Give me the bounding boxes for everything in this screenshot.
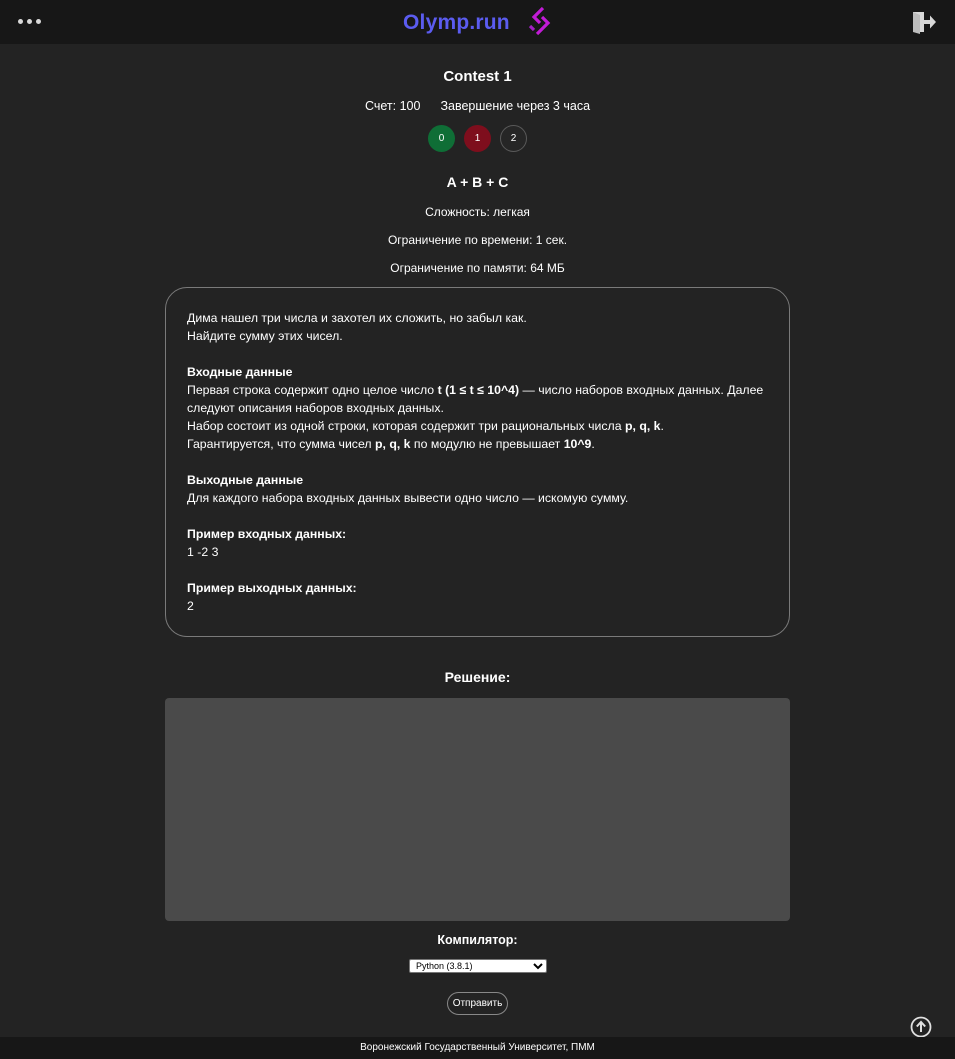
solution-title: Решение: — [444, 669, 511, 685]
statement-intro-line: Найдите сумму этих чисел. — [187, 329, 343, 343]
logo[interactable]: Olymp.run — [403, 6, 558, 39]
problem-button-2[interactable]: 2 — [500, 125, 527, 152]
problem-statement: Дима нашел три числа и захотел их сложит… — [165, 287, 790, 637]
input-description-line: Первая строка содержит одно целое число … — [187, 383, 764, 415]
time-remaining-text: Завершение через 3 часа — [440, 99, 591, 113]
sample-output-value: 2 — [187, 599, 194, 613]
contest-title: Contest 1 — [443, 68, 512, 85]
problem-navigation: 0 1 2 — [0, 125, 955, 152]
output-description-line: Для каждого набора входных данных вывест… — [187, 491, 629, 505]
top-bar: Olymp.run — [0, 0, 955, 44]
arrow-up-circle-icon[interactable] — [910, 1016, 932, 1038]
time-limit-text: Ограничение по времени: 1 сек. — [387, 233, 568, 247]
logo-text: Olymp.run — [403, 11, 510, 34]
input-section-title: Входные данные — [187, 365, 293, 379]
compiler-select[interactable]: Python (3.8.1) — [409, 959, 547, 973]
input-description-line: Гарантируется, что сумма чисел p, q, k п… — [187, 437, 595, 451]
score-text: Счет: 100 — [364, 99, 421, 113]
more-dots-icon[interactable] — [18, 19, 41, 24]
submit-button[interactable]: Отправить — [447, 992, 508, 1015]
problem-title: A + B + C — [446, 174, 509, 190]
memory-limit-text: Ограничение по памяти: 64 МБ — [390, 261, 565, 275]
logo-mark-icon — [528, 6, 551, 36]
statement-intro-line: Дима нашел три числа и захотел их сложит… — [187, 311, 527, 325]
input-description-line: Набор состоит из одной строки, которая с… — [187, 419, 664, 433]
sample-input-value: 1 -2 3 — [187, 545, 219, 559]
code-editor[interactable] — [165, 698, 790, 921]
compiler-label: Компилятор: — [437, 933, 518, 947]
problem-button-0[interactable]: 0 — [428, 125, 455, 152]
output-section-title: Выходные данные — [187, 473, 304, 487]
difficulty-text: Сложность: легкая — [425, 205, 530, 219]
problem-button-1[interactable]: 1 — [464, 125, 491, 152]
logout-door-icon[interactable] — [911, 10, 937, 34]
sample-input-title: Пример входных данных: — [187, 527, 347, 541]
contest-info: Счет: 100 Завершение через 3 часа — [0, 99, 955, 113]
footer: Воронежский Государственный Университет,… — [0, 1037, 955, 1059]
sample-output-title: Пример выходных данных: — [187, 581, 357, 595]
